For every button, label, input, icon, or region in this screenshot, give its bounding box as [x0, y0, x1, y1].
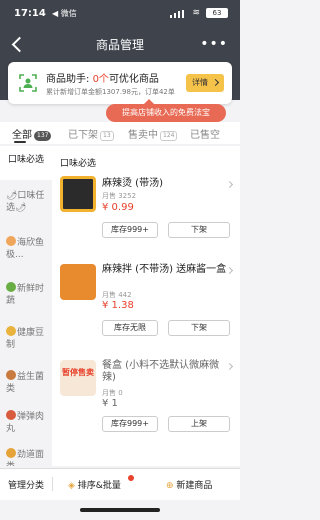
tab-all[interactable]: 全部 137 [12, 126, 52, 141]
detail-button[interactable]: 详情 [186, 74, 224, 92]
tab-active-indicator [14, 141, 26, 143]
noodle-icon [6, 448, 16, 458]
bottom-toolbar: 管理分类 ◈ 排序&批量 ⊕ 新建商品 [0, 468, 240, 500]
assistant-stats: 累计新增订单金额1307.98元，订单42单 [46, 88, 175, 96]
mushroom-icon [6, 370, 16, 380]
product-name: 餐盒 (小料不选默认微麻微辣) [102, 360, 220, 383]
notification-dot [128, 475, 134, 481]
delist-button[interactable]: 下架 [168, 222, 230, 238]
delist-button[interactable]: 下架 [168, 320, 230, 336]
status-time: 17:14 [14, 8, 46, 19]
fish-icon [6, 236, 16, 246]
product-item[interactable]: 麻辣烫 (带汤) 月售 3252 ¥ 0.99 库存999+ 下架 [52, 174, 240, 244]
status-bar: 17:14 ◀ 微信 ≋ 63 [0, 0, 240, 28]
product-sales: 月售 0 [102, 389, 123, 397]
tofu-icon [6, 326, 16, 336]
sidebar-item-flavor-optional[interactable]: 🌶口味任选🌶 [0, 190, 52, 214]
sidebar-item-flavor-required[interactable]: 口味必选 [0, 146, 52, 180]
stock-button[interactable]: 库存无限 [102, 320, 158, 336]
tab-delisted[interactable]: 已下架 13 [68, 126, 114, 141]
product-price: ¥ 1.38 [102, 300, 134, 311]
tab-sold-out[interactable]: 已售空 [190, 126, 220, 141]
product-name: 麻辣烫 (带汤) [102, 178, 163, 189]
product-sales: 月售 442 [102, 291, 132, 299]
manage-categories-button[interactable]: 管理分类 [8, 478, 44, 491]
tab-count: 124 [160, 131, 178, 141]
layers-icon: ◈ [68, 481, 75, 491]
status-tabs: 全部 137 已下架 13 售卖中 124 已售空 [0, 122, 240, 144]
sidebar-item-tofu[interactable]: 健康豆制 [0, 326, 52, 351]
sidebar-item-mushrooms[interactable]: 益生菌类 [0, 370, 52, 395]
nav-bar: 商品管理 ••• [0, 28, 240, 60]
sidebar-item-meatballs[interactable]: 弹弹肉丸 [0, 410, 52, 435]
new-product-label: 新建商品 [176, 481, 213, 491]
tab-count: 137 [34, 131, 52, 141]
tab-label: 已售空 [190, 130, 220, 141]
category-sidebar: 口味必选 🌶口味任选🌶 海欣鱼极... 新鲜时蔬 健康豆制 益生菌类 弹弹肉丸 … [0, 146, 52, 466]
product-sales: 月售 3252 [102, 192, 137, 200]
stock-button[interactable]: 库存999+ [102, 416, 158, 432]
wifi-icon: ≋ [192, 8, 200, 18]
assistant-title: 商品助手: 0个可优化商品 [46, 70, 159, 85]
product-item[interactable]: 麻辣拌 (不带汤) 送麻酱一盒 月售 442 ¥ 1.38 库存无限 下架 [52, 258, 240, 348]
section-title: 口味必选 [60, 159, 97, 169]
home-indicator [80, 508, 160, 512]
sidebar-item-noodles[interactable]: 劲道面类 [0, 448, 52, 466]
sidebar-item-vegetables[interactable]: 新鲜时蔬 [0, 282, 52, 307]
product-price: ¥ 0.99 [102, 202, 134, 213]
product-price: ¥ 1 [102, 398, 118, 409]
stock-button[interactable]: 库存999+ [102, 222, 158, 238]
sidebar-item-label: 口味必选 [8, 155, 45, 165]
assistant-title-prefix: 商品助手: [46, 74, 90, 85]
product-name: 麻辣拌 (不带汤) 送麻酱一盒 [102, 264, 227, 275]
toolbar-divider [52, 477, 53, 491]
sidebar-item-seafood[interactable]: 海欣鱼极... [0, 236, 52, 261]
vegetable-icon [6, 282, 16, 292]
product-thumbnail [60, 264, 96, 300]
sort-batch-button[interactable]: ◈ 排序&批量 [68, 478, 121, 491]
product-item[interactable]: 暂停售卖 餐盒 (小料不选默认微麻微辣) 月售 0 ¥ 1 库存999+ 上架 [52, 358, 240, 438]
new-product-button[interactable]: ⊕ 新建商品 [166, 478, 212, 491]
meatball-icon [6, 410, 16, 420]
back-to-app-label[interactable]: ◀ 微信 [52, 8, 77, 19]
product-assistant-card[interactable]: 商品助手: 0个可优化商品 累计新增订单金额1307.98元，订单42单 详情 [8, 62, 232, 104]
list-button[interactable]: 上架 [168, 416, 230, 432]
sidebar-item-label: 🌶口味任选🌶 [6, 191, 45, 213]
assistant-title-suffix: 可优化商品 [108, 74, 159, 85]
scan-icon [18, 73, 38, 93]
sort-batch-label: 排序&批量 [77, 481, 121, 491]
product-list: 口味必选 麻辣烫 (带汤) 月售 3252 ¥ 0.99 库存999+ 下架 麻… [52, 146, 240, 466]
add-icon: ⊕ [166, 481, 174, 491]
assistant-count: 0个 [92, 74, 109, 85]
signal-icon [170, 10, 184, 18]
tab-label: 全部 [12, 130, 32, 141]
more-icon[interactable]: ••• [200, 36, 228, 52]
product-thumbnail-paused: 暂停售卖 [60, 360, 96, 396]
battery-icon: 63 [206, 8, 228, 18]
tab-on-sale[interactable]: 售卖中 124 [128, 126, 178, 141]
tab-count: 13 [100, 131, 114, 141]
product-thumbnail [60, 176, 96, 212]
tab-label: 售卖中 [128, 130, 158, 141]
tab-label: 已下架 [68, 130, 98, 141]
promo-tooltip[interactable]: 提高店铺收入的免费法宝 [106, 99, 226, 122]
